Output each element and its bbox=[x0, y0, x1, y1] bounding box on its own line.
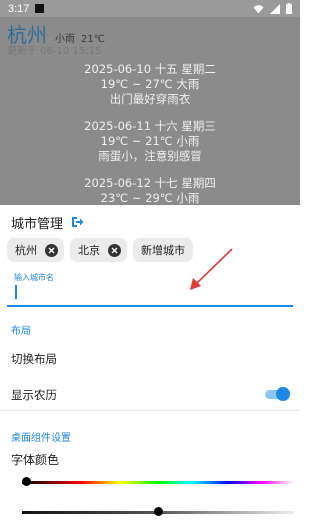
show-lunar-toggle[interactable] bbox=[265, 387, 290, 401]
city-chips: 杭州 北京 新增城市 bbox=[7, 238, 193, 262]
font-color-label: 字体颜色 bbox=[11, 453, 60, 467]
city-chip[interactable]: 杭州 bbox=[7, 238, 64, 262]
city-chip[interactable]: 北京 bbox=[70, 238, 127, 262]
forecast-item: 2025-06-10 十五 星期二 19℃ ~ 27℃ 大雨 出门最好穿雨衣 bbox=[0, 62, 300, 119]
status-time: 3:17 bbox=[8, 2, 30, 15]
color-slider-thumb[interactable] bbox=[22, 477, 31, 486]
forecast-date: 2025-06-12 十七 星期四 bbox=[84, 176, 216, 190]
notification-icon bbox=[35, 4, 45, 13]
forecast-date: 2025-06-10 十五 星期二 bbox=[84, 62, 216, 76]
show-lunar-label: 显示农历 bbox=[11, 388, 57, 402]
city-input-field: 输入城市名 bbox=[7, 269, 293, 307]
forecast-temp: 19℃ ~ 27℃ 大雨 bbox=[100, 77, 200, 91]
font-brightness-slider[interactable] bbox=[18, 507, 294, 517]
battery-icon bbox=[286, 3, 292, 14]
text-caret bbox=[15, 285, 17, 299]
city-management-sheet: 城市管理 杭州 北京 新增城市 输入城市名 布局 切换布局 显示农历 桌面组件设… bbox=[0, 205, 300, 532]
close-icon[interactable] bbox=[45, 243, 58, 257]
weather-background: 杭州 小雨 21℃ 更新于 06-10 15:15 2025-06-10 十五 … bbox=[0, 17, 300, 205]
color-slider-track bbox=[22, 480, 294, 484]
layout-section-label: 布局 bbox=[11, 326, 31, 337]
close-icon[interactable] bbox=[108, 243, 121, 257]
brightness-slider-thumb[interactable] bbox=[153, 507, 163, 516]
forecast-temp: 23℃ ~ 29℃ 小雨 bbox=[100, 191, 200, 205]
logout-icon[interactable] bbox=[71, 216, 84, 228]
forecast-date: 2025-06-11 十六 星期三 bbox=[84, 119, 216, 133]
divider bbox=[0, 410, 300, 411]
switch-layout-item[interactable]: 切换布局 bbox=[11, 351, 57, 367]
forecast-temp: 19℃ ~ 21℃ 小雨 bbox=[100, 134, 200, 148]
toggle-thumb bbox=[276, 387, 290, 401]
city-input-label: 输入城市名 bbox=[14, 273, 54, 282]
font-color-slider[interactable] bbox=[18, 477, 294, 487]
wifi-icon bbox=[253, 4, 264, 14]
forecast-item: 2025-06-11 十六 星期三 19℃ ~ 21℃ 小雨 雨蛋小，注意别感冒 bbox=[0, 119, 300, 176]
forecast-tip: 雨蛋小，注意别感冒 bbox=[98, 149, 202, 163]
status-bar: 3:17 bbox=[0, 0, 300, 17]
forecast-tip: 出门最好穿雨衣 bbox=[109, 92, 191, 106]
city-chip-label: 北京 bbox=[78, 244, 100, 257]
city-chip-label: 杭州 bbox=[15, 244, 37, 257]
signal-icon bbox=[270, 3, 280, 14]
widget-section-label: 桌面组件设置 bbox=[11, 433, 71, 444]
sheet-header: 城市管理 bbox=[11, 213, 84, 232]
sheet-title: 城市管理 bbox=[11, 216, 64, 232]
add-city-chip[interactable]: 新增城市 bbox=[133, 238, 193, 262]
status-icons bbox=[253, 3, 292, 14]
city-input[interactable] bbox=[13, 283, 283, 301]
updated-at-text: 更新于 06-10 15:15 bbox=[7, 46, 102, 57]
add-city-label: 新增城市 bbox=[141, 244, 185, 257]
